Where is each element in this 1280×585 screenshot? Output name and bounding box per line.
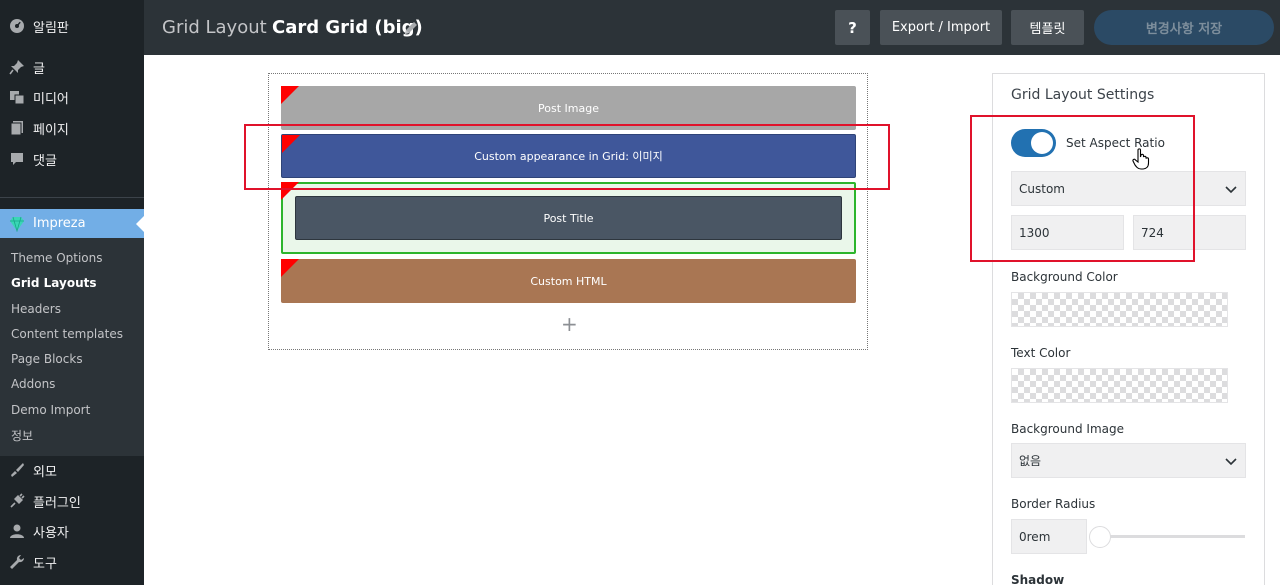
submenu-info[interactable]: 정보 [11, 427, 33, 444]
element-custom-html[interactable]: Custom HTML [281, 259, 856, 303]
menu-comments[interactable]: 댓글 [0, 145, 144, 173]
annotation-highlight-box [970, 115, 1195, 262]
menu-dashboard[interactable]: 알림판 [0, 12, 144, 40]
template-button[interactable]: 템플릿 [1011, 10, 1084, 45]
submenu-grid-layouts[interactable]: Grid Layouts [11, 276, 97, 290]
element-label: Post Image [538, 101, 599, 115]
menu-separator [0, 197, 144, 198]
menu-appearance[interactable]: 외모 [0, 456, 144, 484]
submenu-theme-options[interactable]: Theme Options [11, 251, 103, 265]
settings-title: Grid Layout Settings [1011, 87, 1155, 103]
submenu-demo-import[interactable]: Demo Import [11, 403, 90, 417]
editor-topbar: Grid Layout Card Grid (big) ? Export / I… [144, 0, 1280, 55]
bg-image-select[interactable]: 없음 [1011, 443, 1246, 478]
export-import-button[interactable]: Export / Import [880, 10, 1002, 45]
submenu-page-blocks[interactable]: Page Blocks [11, 352, 83, 366]
menu-plugins[interactable]: 플러그인 [0, 487, 144, 515]
add-element-button[interactable]: + [561, 312, 578, 336]
menu-label: 플러그인 [33, 495, 81, 511]
brush-icon [9, 462, 25, 478]
menu-pages[interactable]: 페이지 [0, 114, 144, 142]
dashboard-icon [9, 18, 25, 34]
plugin-icon [9, 493, 25, 509]
submenu-content-templates[interactable]: Content templates [11, 327, 123, 341]
border-radius-slider-thumb[interactable] [1089, 526, 1111, 548]
element-label: Custom HTML [530, 274, 607, 288]
element-post-title[interactable]: Post Title [295, 196, 842, 240]
menu-label: 도구 [33, 556, 57, 572]
admin-sidebar: 알림판 글 미디어 페이지 댓글 Impreza Theme Options G… [0, 0, 144, 585]
menu-label: 댓글 [33, 153, 57, 169]
menu-label: 알림판 [33, 20, 69, 36]
element-corner-marker [281, 259, 299, 277]
user-icon [9, 523, 25, 539]
layout-title[interactable]: Card Grid (big) [272, 17, 423, 38]
menu-label: 외모 [33, 464, 57, 480]
element-corner-marker [281, 86, 299, 104]
menu-label: 미디어 [33, 91, 69, 107]
menu-posts[interactable]: 글 [0, 53, 144, 81]
bg-color-label: Background Color [1011, 270, 1118, 284]
menu-label: 페이지 [33, 122, 69, 138]
annotation-highlight-box [244, 124, 890, 190]
wrench-icon [9, 554, 25, 570]
menu-label: 사용자 [33, 525, 69, 541]
submenu-headers[interactable]: Headers [11, 302, 61, 316]
impreza-submenu: Theme Options Grid Layouts Headers Conte… [0, 238, 144, 456]
save-changes-button[interactable]: 변경사항 저장 [1094, 10, 1274, 45]
chevron-down-icon [1225, 183, 1237, 195]
pencil-icon[interactable] [402, 19, 420, 37]
page-icon [9, 120, 25, 136]
comment-icon [9, 151, 25, 167]
pin-icon [9, 59, 25, 75]
section-label: Grid Layout [162, 17, 267, 38]
bg-image-label: Background Image [1011, 422, 1124, 436]
chevron-down-icon [1225, 455, 1237, 467]
menu-users[interactable]: 사용자 [0, 517, 144, 545]
bg-color-swatch[interactable] [1011, 292, 1228, 327]
element-label: Post Title [543, 211, 594, 225]
select-value: 없음 [1019, 454, 1042, 468]
border-radius-input[interactable]: 0rem [1011, 519, 1087, 554]
menu-tools[interactable]: 도구 [0, 548, 144, 576]
help-button[interactable]: ? [835, 10, 870, 45]
border-radius-label: Border Radius [1011, 497, 1096, 511]
menu-media[interactable]: 미디어 [0, 83, 144, 111]
text-color-label: Text Color [1011, 346, 1071, 360]
menu-label: Impreza [33, 216, 86, 231]
submenu-addons[interactable]: Addons [11, 377, 55, 391]
menu-impreza[interactable]: Impreza [0, 209, 144, 238]
border-radius-slider-track[interactable] [1095, 535, 1245, 538]
media-icon [9, 89, 25, 105]
text-color-swatch[interactable] [1011, 368, 1228, 403]
impreza-gem-icon [9, 216, 25, 232]
menu-label: 글 [33, 61, 45, 77]
shadow-label: Shadow [1011, 573, 1065, 585]
